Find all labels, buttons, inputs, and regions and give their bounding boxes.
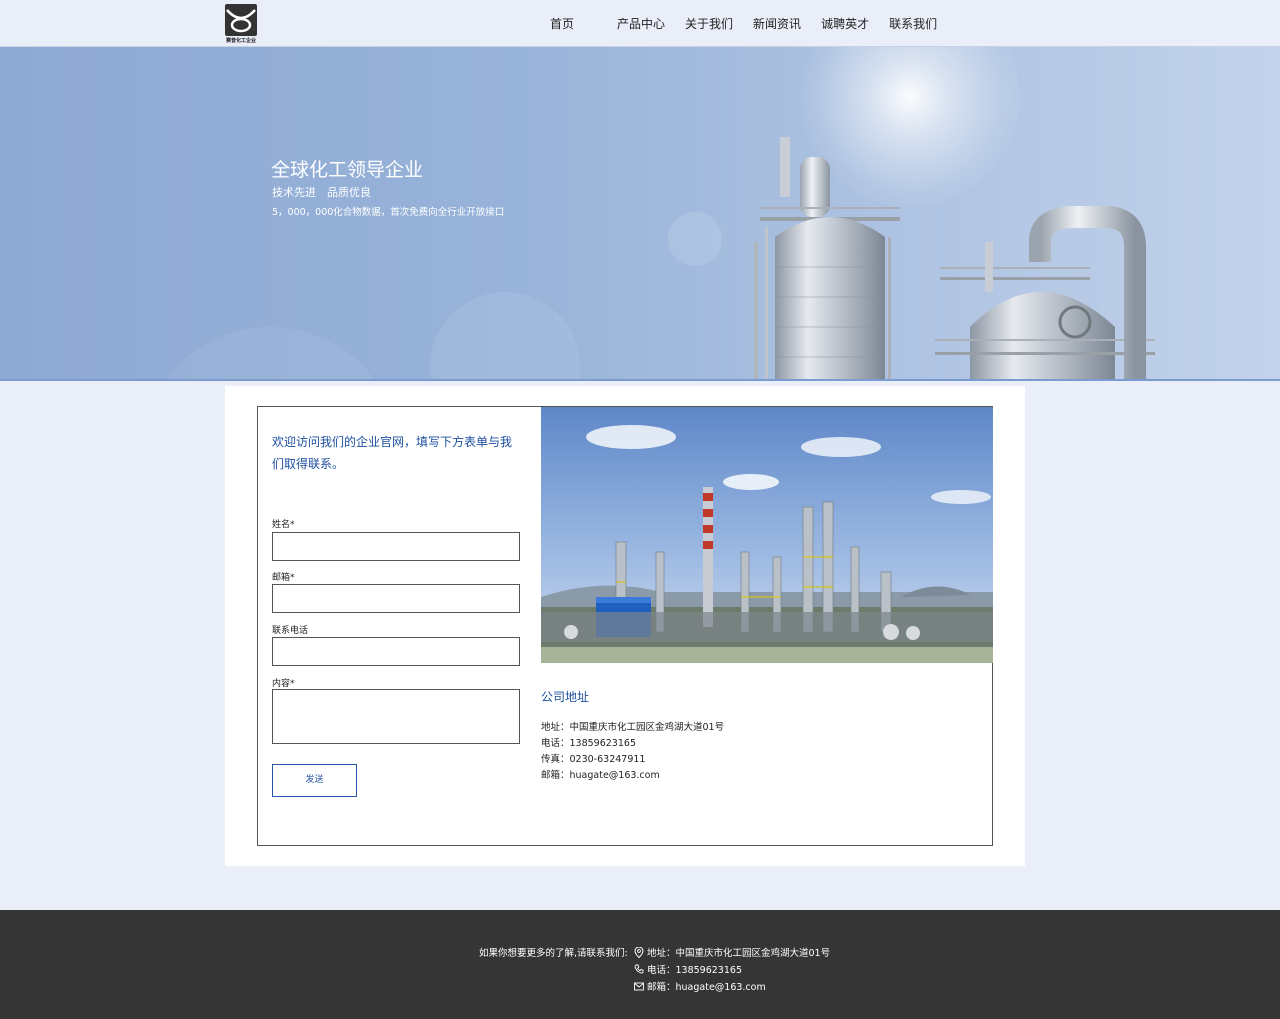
location-pin-icon: [634, 946, 644, 958]
footer-address: 地址：中国重庆市化工园区金鸡湖大道01号: [647, 948, 831, 959]
contact-card: 欢迎访问我们的企业官网，填写下方表单与我们取得联系。 姓名* 邮箱* 联系电话 …: [225, 386, 1025, 866]
email-label: 邮箱*: [272, 573, 295, 583]
company-phone: 电话：13859623165: [541, 738, 636, 749]
footer-email-line: 邮箱：huagate@163.com: [634, 979, 766, 993]
site-header: 赛普化工企业 首页 产品中心 关于我们 新闻资讯 诚聘英才 联系我们: [0, 0, 1280, 47]
nav-careers[interactable]: 诚聘英才: [811, 0, 879, 47]
logo-text: 赛普化工企业: [225, 38, 256, 44]
company-fax: 传真：0230-63247911: [541, 754, 646, 765]
nav-contact[interactable]: 联系我们: [879, 0, 947, 47]
phone-input[interactable]: [272, 637, 520, 666]
content-textarea[interactable]: [272, 689, 520, 744]
chemical-plant-image: [754, 137, 1155, 379]
name-label: 姓名*: [272, 520, 295, 530]
footer-phone-line: 电话：13859623165: [634, 962, 742, 976]
nav-products[interactable]: 产品中心: [607, 0, 675, 47]
send-button[interactable]: 发送: [272, 764, 357, 797]
footer-email: 邮箱：huagate@163.com: [647, 982, 766, 993]
email-input[interactable]: [272, 584, 520, 613]
contact-frame: 欢迎访问我们的企业官网，填写下方表单与我们取得联系。 姓名* 邮箱* 联系电话 …: [257, 406, 993, 846]
phone-label: 联系电话: [272, 626, 309, 636]
hero-tagline: 5，000，000化合物数据，首次免费向全行业开放接口: [272, 207, 505, 218]
hero-title: 全球化工领导企业: [271, 159, 424, 181]
company-address-title: 公司地址: [541, 690, 590, 704]
hero-banner: 全球化工领导企业 技术先进 品质优良 5，000，000化合物数据，首次免费向全…: [0, 47, 1280, 381]
refinery-photo: [541, 407, 993, 663]
nav-home[interactable]: 首页: [540, 0, 584, 47]
nav-news[interactable]: 新闻资讯: [743, 0, 811, 47]
phone-icon: [634, 964, 644, 974]
main-nav: 首页 产品中心 关于我们 新闻资讯 诚聘英才 联系我们: [540, 0, 947, 47]
site-footer: 如果你想要更多的了解,请联系我们: 地址：中国重庆市化工园区金鸡湖大道01号 电…: [0, 910, 1280, 1019]
welcome-text: 欢迎访问我们的企业官网，填写下方表单与我们取得联系。: [272, 435, 513, 471]
footer-phone: 电话：13859623165: [647, 965, 742, 976]
content-label: 内容*: [272, 679, 295, 689]
footer-address-line: 地址：中国重庆市化工园区金鸡湖大道01号: [634, 945, 830, 959]
company-logo[interactable]: 赛普化工企业: [225, 4, 257, 44]
logo-icon: [225, 4, 257, 36]
company-email: 邮箱：huagate@163.com: [541, 770, 660, 781]
mail-icon: [634, 982, 644, 990]
nav-about[interactable]: 关于我们: [675, 0, 743, 47]
company-address: 地址：中国重庆市化工园区金鸡湖大道01号: [541, 722, 725, 733]
name-input[interactable]: [272, 532, 520, 561]
footer-lead: 如果你想要更多的了解,请联系我们:: [479, 948, 628, 959]
hero-subtitle: 技术先进 品质优良: [272, 186, 371, 199]
